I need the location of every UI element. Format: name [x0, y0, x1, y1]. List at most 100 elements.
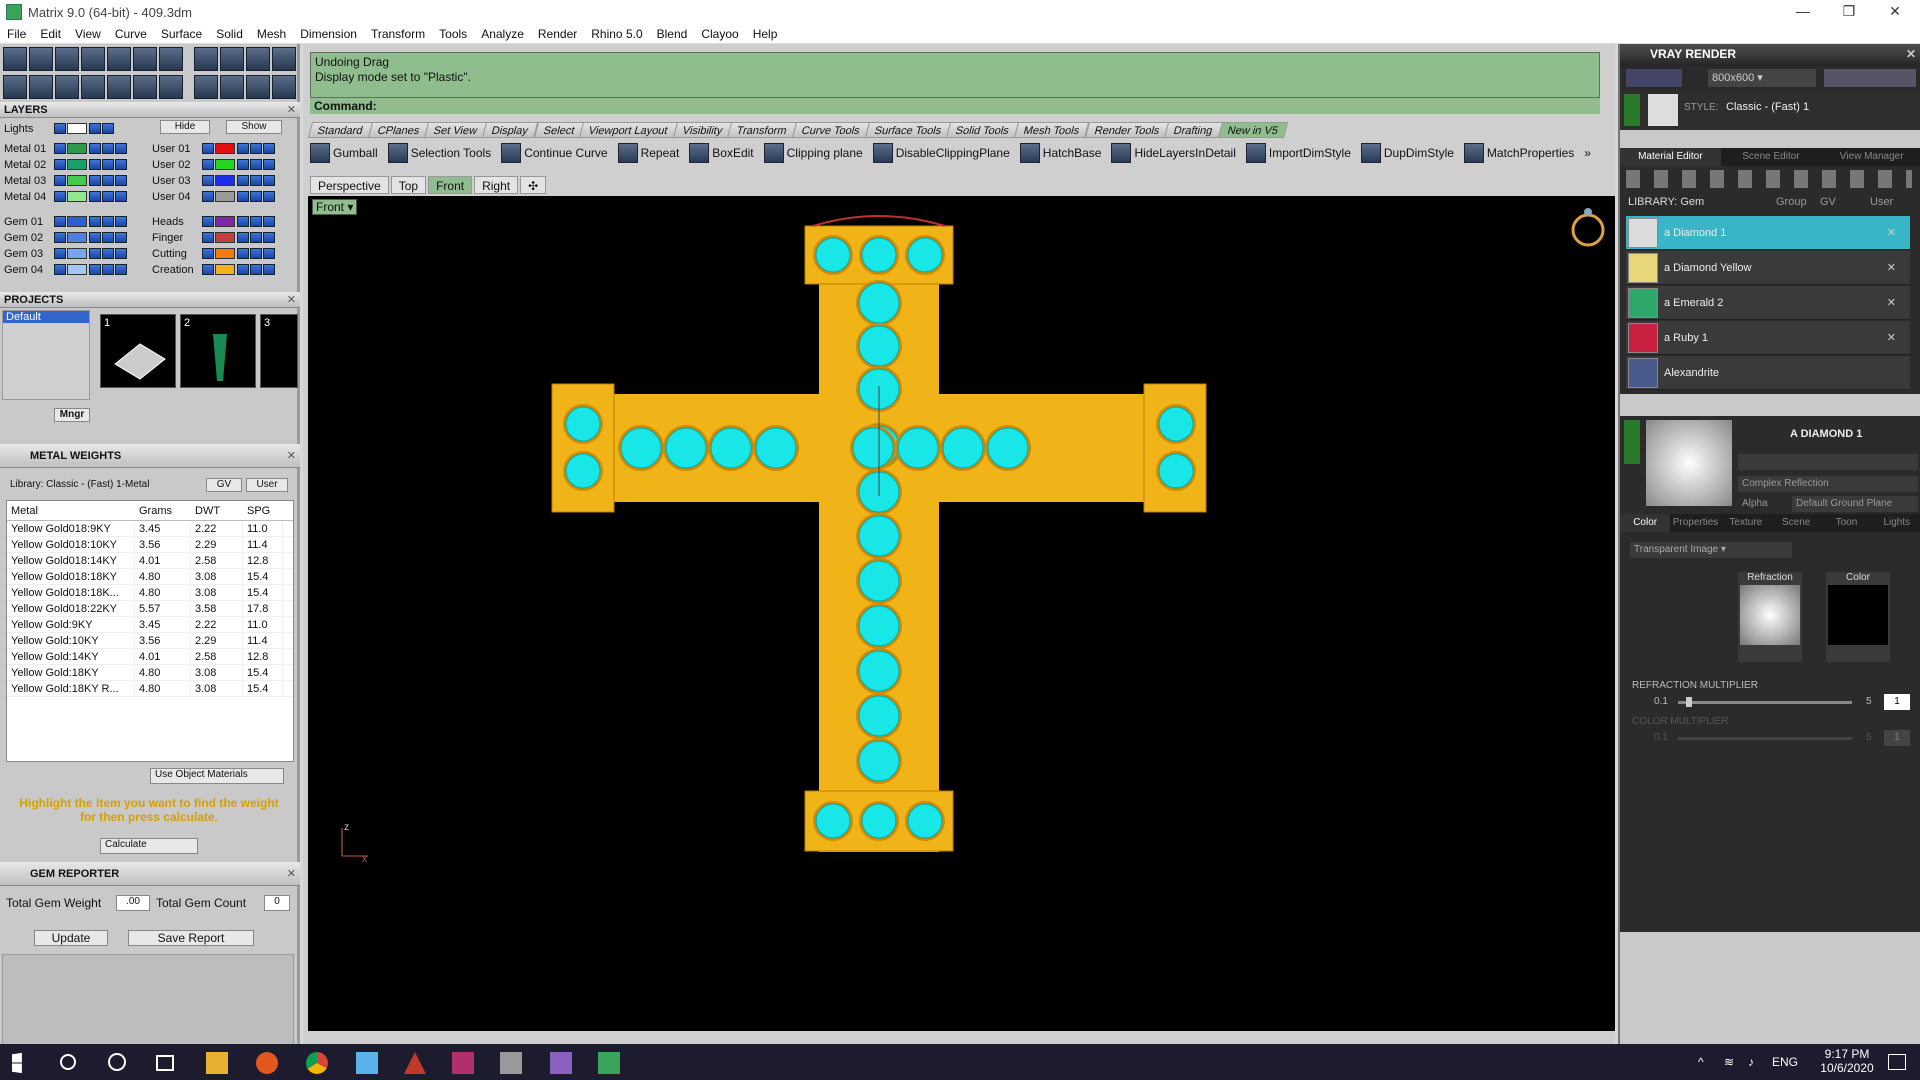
layer-visible-toggle[interactable] [89, 159, 101, 170]
metal-table-row[interactable]: Yellow Gold018:14KY 4.01 2.58 12.8 [7, 553, 293, 569]
refraction-thumb[interactable] [1686, 697, 1692, 707]
layer-lock-toggle[interactable] [102, 175, 114, 186]
color-multiplier-slider[interactable]: 0.1 5 1 [1630, 730, 1910, 746]
vray-close-icon[interactable]: ✕ [1906, 44, 1916, 64]
menu-mesh[interactable]: Mesh [250, 27, 293, 41]
app-gray-icon[interactable] [500, 1052, 522, 1074]
toolbar-tab[interactable]: Mesh Tools [1014, 122, 1090, 138]
layer-current-icon[interactable] [54, 264, 66, 275]
layer-lock-toggle[interactable] [102, 232, 114, 243]
metal-table-row[interactable]: Yellow Gold018:18K... 4.80 3.08 15.4 [7, 585, 293, 601]
layer-lock-toggle[interactable] [102, 216, 114, 227]
layer-select-toggle[interactable] [115, 248, 127, 259]
layer-color-swatch[interactable] [215, 159, 235, 170]
layer-lock-toggle[interactable] [250, 216, 262, 227]
layer-select-toggle[interactable] [115, 159, 127, 170]
menu-rhino5[interactable]: Rhino 5.0 [584, 27, 649, 41]
tool-window-icon[interactable] [272, 47, 296, 71]
refraction-slot[interactable]: Refraction [1738, 572, 1802, 662]
toolbar-tab[interactable]: Set View [424, 122, 488, 138]
search-icon[interactable] [60, 1054, 76, 1070]
menu-solid[interactable]: Solid [209, 27, 250, 41]
layer-color-swatch[interactable] [215, 216, 235, 227]
layer-lock-toggle[interactable] [102, 264, 114, 275]
toolbar-tab[interactable]: Curve Tools [791, 122, 871, 138]
material-item[interactable]: a Diamond Yellow ✕ [1626, 251, 1910, 285]
layer-select-toggle[interactable] [115, 191, 127, 202]
layer-color-swatch[interactable] [215, 264, 235, 275]
material-subtab[interactable]: Toon [1821, 514, 1872, 532]
save-report-button[interactable]: Save Report [128, 930, 254, 946]
layer-visible-toggle[interactable] [237, 143, 249, 154]
lights-visible-toggle[interactable] [89, 123, 101, 134]
layer-row[interactable]: Gem 01 [0, 214, 128, 229]
layer-color-swatch[interactable] [67, 143, 87, 154]
app-pink-icon[interactable] [452, 1052, 474, 1074]
menu-curve[interactable]: Curve [108, 27, 154, 41]
ground-plane-dropdown[interactable]: Default Ground Plane [1792, 496, 1918, 512]
metal-column-header[interactable]: Grams [135, 501, 191, 520]
style-value[interactable]: Classic - (Fast) 1 [1726, 101, 1809, 113]
volume-icon[interactable]: ♪ [1748, 1055, 1754, 1069]
layer-row[interactable]: Gem 03 [0, 246, 128, 261]
toolbar-tab[interactable]: Surface Tools [864, 122, 952, 138]
tool-select-icon[interactable] [133, 75, 157, 99]
toolbar-tab[interactable]: Visibility [672, 122, 733, 138]
material-item[interactable]: a Ruby 1 ✕ [1626, 321, 1910, 355]
layer-visible-toggle[interactable] [89, 264, 101, 275]
layer-current-icon[interactable] [202, 191, 214, 202]
layer-lock-toggle[interactable] [250, 232, 262, 243]
tool-zoom-icon[interactable] [29, 47, 53, 71]
tool-button[interactable]: DupDimStyle [1360, 143, 1454, 163]
lights-layer-row[interactable]: Lights [0, 121, 115, 136]
refraction-value[interactable]: 1 [1884, 694, 1910, 710]
material-item[interactable]: a Emerald 2 ✕ [1626, 286, 1910, 320]
menu-view[interactable]: View [68, 27, 108, 41]
layer-row[interactable]: Creation [148, 262, 276, 277]
remove-material-icon[interactable]: ✕ [1887, 331, 1896, 344]
toolbar-tab[interactable]: CPlanes [367, 122, 430, 138]
layer-visible-toggle[interactable] [237, 159, 249, 170]
tool-print-icon[interactable] [55, 47, 79, 71]
menu-clayoo[interactable]: Clayoo [694, 27, 745, 41]
layer-color-swatch[interactable] [215, 248, 235, 259]
metal-table-row[interactable]: Yellow Gold018:18KY 4.80 3.08 15.4 [7, 569, 293, 585]
layer-color-swatch[interactable] [215, 191, 235, 202]
layer-color-swatch[interactable] [215, 175, 235, 186]
remove-material-icon[interactable]: ✕ [1887, 226, 1896, 239]
metal-table-row[interactable]: Yellow Gold:9KY 3.45 2.22 11.0 [7, 617, 293, 633]
tool-button[interactable]: HideLayersInDetail [1111, 143, 1236, 163]
viewport-tab[interactable]: Right [474, 176, 519, 194]
lights-color-swatch[interactable] [67, 123, 87, 134]
language-indicator[interactable]: ENG [1772, 1055, 1798, 1069]
metal-column-header[interactable]: DWT [191, 501, 243, 520]
layer-row[interactable]: Metal 03 [0, 173, 128, 188]
toolbar-tab[interactable]: Solid Tools [946, 122, 1020, 138]
layer-current-icon[interactable] [202, 264, 214, 275]
layer-visible-toggle[interactable] [89, 175, 101, 186]
menu-render[interactable]: Render [531, 27, 584, 41]
tool-button[interactable]: Clipping plane [763, 143, 863, 163]
tool-cube-icon[interactable] [81, 47, 105, 71]
layer-row[interactable]: Finger [148, 230, 276, 245]
preview-arrow-icon[interactable] [1624, 420, 1640, 464]
menu-tools[interactable]: Tools [432, 27, 474, 41]
vray-tab[interactable]: Material Editor [1620, 148, 1721, 166]
layer-select-toggle[interactable] [115, 232, 127, 243]
layer-visible-toggle[interactable] [89, 191, 101, 202]
layer-select-toggle[interactable] [263, 159, 275, 170]
menu-file[interactable]: File [0, 27, 33, 41]
layer-visible-toggle[interactable] [89, 232, 101, 243]
layer-current-icon[interactable] [202, 232, 214, 243]
projects-close-icon[interactable]: ✕ [287, 292, 296, 308]
use-object-materials-dropdown[interactable]: Use Object Materials [150, 768, 284, 784]
tool-sphere-icon[interactable] [159, 47, 183, 71]
layer-current-icon[interactable] [54, 216, 66, 227]
layer-color-swatch[interactable] [67, 216, 87, 227]
tool-panel-icon[interactable] [29, 75, 53, 99]
show-button[interactable]: Show [226, 120, 282, 134]
layer-lock-toggle[interactable] [250, 175, 262, 186]
layer-current-icon[interactable] [54, 248, 66, 259]
resolution-dropdown[interactable]: 800x600 ▾ [1708, 69, 1816, 87]
gv-vray-toggle[interactable]: GV [1820, 192, 1836, 212]
